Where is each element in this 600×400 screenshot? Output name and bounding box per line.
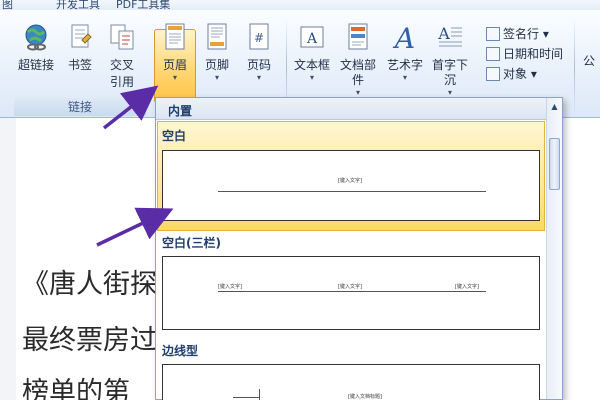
- page-number-label: 页码: [246, 58, 271, 72]
- page-number-dropdown-arrow: ▾: [256, 73, 261, 82]
- footer-label: 页脚: [204, 58, 229, 72]
- thumb-title-placeholder: [键入文档标题]: [348, 394, 382, 400]
- text-box-button[interactable]: A 文本框 ▾: [290, 22, 334, 92]
- footer-dropdown-arrow: ▾: [214, 73, 219, 82]
- document-line-1: 《唐人街探: [22, 269, 157, 300]
- drop-cap-label: 首字下沉: [431, 58, 468, 87]
- gallery-category-label: 内置: [168, 104, 193, 118]
- page-header-icon: [165, 23, 185, 50]
- footer-button[interactable]: 页脚 ▾: [195, 22, 239, 92]
- ribbon-tab-strip: 图 开发工具 PDF工具集: [0, 0, 600, 10]
- thumb-vertical-rule: [259, 389, 260, 400]
- document-left-margin: [0, 118, 16, 400]
- thumb-placeholder-left: [键入文字]: [218, 284, 242, 290]
- signature-line-label: 签名行 ▾: [503, 27, 549, 41]
- cross-reference-sublabel: 引用: [109, 75, 134, 89]
- gallery-category-header: 内置: [156, 98, 546, 120]
- thumb-placeholder-text: [键入文字]: [338, 178, 362, 184]
- gallery-item-blank-three-col-label: 空白(三栏): [162, 236, 221, 250]
- thumb-placeholder-right: [键入文字]: [455, 284, 479, 290]
- drop-cap-dropdown-arrow: ▾: [447, 88, 452, 97]
- date-time-label: 日期和时间: [503, 47, 564, 61]
- hyperlink-label: 超链接: [17, 58, 54, 72]
- document-line-2: 最终票房过: [22, 325, 157, 356]
- quick-parts-icon: [348, 23, 368, 50]
- text-box-dropdown-arrow: ▾: [309, 73, 314, 82]
- wordart-dropdown-arrow: ▾: [402, 73, 407, 82]
- object-button[interactable]: 对象 ▾: [486, 64, 537, 84]
- signature-line-icon: [486, 27, 500, 41]
- tab-developer[interactable]: 开发工具: [56, 0, 100, 10]
- gallery-item-sideline-label: 边线型: [162, 344, 199, 358]
- quick-parts-button[interactable]: 文档部件 ▾: [336, 22, 380, 97]
- thumb-rule: [233, 397, 259, 398]
- cross-reference-icon: [110, 24, 134, 50]
- scrollbar-thumb[interactable]: [549, 138, 560, 190]
- ribbon-group-separator: [574, 18, 575, 118]
- wordart-button[interactable]: A 艺术字 ▾: [383, 22, 427, 92]
- header-label: 页眉: [162, 58, 187, 72]
- cross-reference-button[interactable]: 交叉 引用: [100, 22, 144, 92]
- object-icon: [486, 67, 500, 81]
- quick-parts-label: 文档部件: [339, 58, 376, 87]
- page-number-icon: #: [249, 23, 269, 50]
- gallery-item-blank-three-col[interactable]: [键入文字] [键入文字] [键入文字]: [162, 256, 540, 330]
- thumb-placeholder-center: [键入文字]: [338, 284, 362, 290]
- thumb-rule: [218, 191, 486, 192]
- text-box-icon: A: [300, 26, 324, 48]
- date-time-button[interactable]: 日期和时间: [486, 44, 563, 64]
- document-line-3: 榜单的第: [22, 377, 130, 400]
- header-button[interactable]: 页眉 ▾: [153, 22, 197, 92]
- gallery-scrollbar[interactable]: ▲: [546, 98, 562, 399]
- hyperlink-button[interactable]: 超链接: [14, 22, 58, 92]
- drop-cap-icon: A: [437, 24, 462, 47]
- calendar-icon: [486, 47, 500, 61]
- object-label: 对象 ▾: [503, 67, 537, 81]
- group-label-links: 链接: [14, 98, 146, 116]
- gallery-item-sideline[interactable]: [键入文档标题]: [162, 364, 540, 400]
- tab-pdf-tools[interactable]: PDF工具集: [116, 0, 170, 10]
- globe-link-icon: [25, 24, 47, 51]
- signature-line-button[interactable]: 签名行 ▾: [486, 24, 549, 44]
- cross-reference-label: 交叉: [109, 58, 134, 72]
- page-footer-icon: [207, 23, 227, 50]
- symbol-icon: [578, 22, 600, 52]
- bookmark-icon: [71, 24, 92, 48]
- symbol-label: 公: [582, 54, 595, 68]
- scroll-up-arrow-icon[interactable]: ▲: [548, 100, 561, 113]
- svg-text:#: #: [254, 31, 264, 45]
- svg-text:A: A: [306, 31, 318, 47]
- wordart-label: 艺术字: [386, 58, 423, 72]
- gallery-item-blank-label: 空白: [162, 129, 187, 143]
- svg-text:A: A: [392, 22, 415, 52]
- header-dropdown-arrow: ▾: [172, 73, 177, 82]
- header-gallery-dropdown: 内置 空白 [键入文字] 空白(三栏) [键入文字] [键入文字] [键入文字]…: [155, 97, 563, 400]
- text-box-label: 文本框: [293, 58, 330, 72]
- thumb-rule: [218, 291, 486, 292]
- wordart-icon: A: [392, 22, 415, 55]
- quick-parts-dropdown-arrow: ▾: [355, 88, 360, 97]
- svg-text:A: A: [437, 24, 450, 43]
- drop-cap-button[interactable]: A 首字下沉 ▾: [428, 22, 472, 97]
- symbol-button-partial[interactable]: 公: [578, 22, 600, 92]
- tab-partial[interactable]: 图: [2, 0, 13, 10]
- bookmark-label: 书签: [67, 58, 92, 72]
- gallery-item-blank[interactable]: [键入文字]: [162, 150, 540, 221]
- bookmark-button[interactable]: 书签: [58, 22, 102, 92]
- page-number-button[interactable]: # 页码 ▾: [237, 22, 281, 92]
